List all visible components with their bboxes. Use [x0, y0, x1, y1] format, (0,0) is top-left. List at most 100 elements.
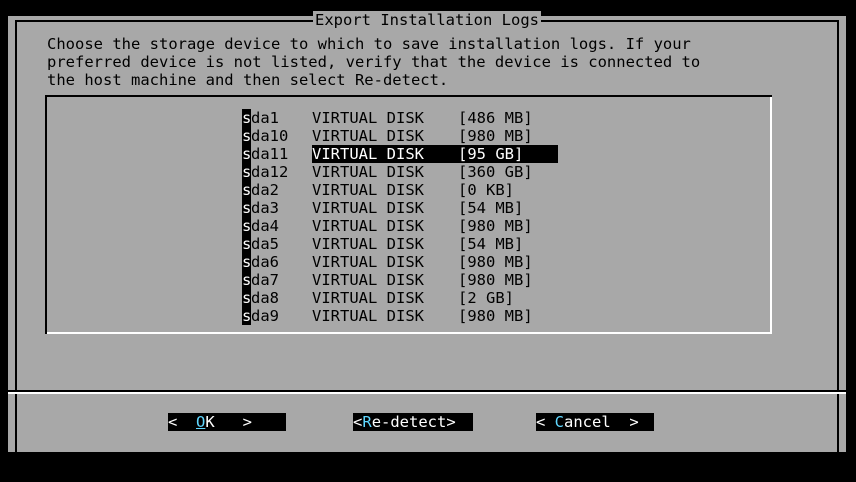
device-details: VIRTUAL DISK [54 MB] [312, 235, 558, 253]
device-name-hotkey: s [242, 163, 252, 181]
device-name-hotkey: s [242, 253, 252, 271]
device-list-item[interactable]: s da6 VIRTUAL DISK [980 MB] [242, 253, 558, 271]
device-details: VIRTUAL DISK [2 GB] [312, 289, 558, 307]
device-size: [980 MB] [458, 217, 533, 235]
device-name-hotkey: s [242, 199, 252, 217]
device-name: s da9 [242, 307, 312, 325]
device-size: [980 MB] [458, 253, 533, 271]
device-model: VIRTUAL DISK [312, 127, 424, 145]
device-name-hotkey: s [242, 217, 252, 235]
device-name: s da1 [242, 109, 312, 127]
cancel-button-label-rest: ancel [564, 413, 611, 431]
device-name-hotkey: s [242, 127, 252, 145]
device-model: VIRTUAL DISK [312, 109, 424, 127]
device-model: VIRTUAL DISK [312, 199, 424, 217]
device-details: VIRTUAL DISK [360 GB] [312, 163, 558, 181]
device-name-rest: da3 [251, 199, 279, 217]
device-list-item[interactable]: s da12 VIRTUAL DISK [360 GB] [242, 163, 558, 181]
device-list-item[interactable]: s da2 VIRTUAL DISK [0 KB] [242, 181, 558, 199]
device-name-hotkey: s [242, 109, 252, 127]
cancel-button-left-bracket: < [536, 413, 555, 431]
device-model: VIRTUAL DISK [312, 181, 424, 199]
device-details: VIRTUAL DISK [980 MB] [312, 253, 558, 271]
device-model: VIRTUAL DISK [312, 271, 424, 289]
device-name-hotkey: s [242, 271, 252, 289]
device-list-item[interactable]: s da7 VIRTUAL DISK [980 MB] [242, 271, 558, 289]
device-name: s da5 [242, 235, 312, 253]
device-name-hotkey: s [242, 307, 252, 325]
redetect-button-right-bracket: > [446, 413, 456, 431]
device-list-item[interactable]: s da9 VIRTUAL DISK [980 MB] [242, 307, 558, 325]
device-name: s da6 [242, 253, 312, 271]
device-details: VIRTUAL DISK [0 KB] [312, 181, 558, 199]
device-name-rest: da7 [251, 271, 279, 289]
device-name-hotkey: s [242, 289, 252, 307]
device-name-rest: da11 [251, 145, 289, 163]
device-name-hotkey: s [242, 145, 252, 163]
dialog-frame-top [15, 20, 839, 22]
device-name: s da2 [242, 181, 312, 199]
cancel-button-hotkey: C [554, 413, 565, 431]
device-list-item[interactable]: s da5 VIRTUAL DISK [54 MB] [242, 235, 558, 253]
redetect-button-label: Re-detect [362, 413, 446, 431]
device-size: [980 MB] [458, 127, 533, 145]
device-name: s da12 [242, 163, 312, 181]
dialog-frame-right [837, 20, 839, 452]
device-name-rest: da5 [251, 235, 279, 253]
export-logs-dialog: Export Installation Logs Choose the stor… [8, 11, 846, 452]
dialog-frame-left [15, 20, 17, 452]
device-details: VIRTUAL DISK [980 MB] [312, 127, 558, 145]
device-model: VIRTUAL DISK [312, 289, 424, 307]
device-name-hotkey: s [242, 235, 252, 253]
device-name-rest: da8 [251, 289, 279, 307]
device-name-rest: da4 [251, 217, 279, 235]
ok-button[interactable]: < OK > [168, 413, 286, 431]
redetect-button-left-bracket: < [353, 413, 363, 431]
device-name: s da8 [242, 289, 312, 307]
device-list: s da1 VIRTUAL DISK [486 MB] s da10 VIRTUAL DIS… [242, 109, 558, 325]
device-size: [54 MB] [458, 235, 524, 253]
redetect-button[interactable]: < Re-detect > [353, 413, 473, 431]
device-name-rest: da1 [251, 109, 279, 127]
ok-button-right-bracket: > [214, 413, 253, 431]
device-model: VIRTUAL DISK [312, 217, 424, 235]
device-size: [0 KB] [458, 181, 514, 199]
device-model: VIRTUAL DISK [312, 163, 424, 181]
device-list-item[interactable]: s da3 VIRTUAL DISK [54 MB] [242, 199, 558, 217]
ok-button-hotkey: O [196, 413, 206, 431]
device-list-item[interactable]: s da10 VIRTUAL DISK [980 MB] [242, 127, 558, 145]
device-model: VIRTUAL DISK [312, 145, 424, 163]
ok-button-left-bracket: < [168, 413, 196, 431]
device-details: VIRTUAL DISK [54 MB] [312, 199, 558, 217]
device-name-rest: da10 [251, 127, 289, 145]
device-details: VIRTUAL DISK [95 GB] [312, 145, 558, 163]
device-details: VIRTUAL DISK [980 MB] [312, 307, 558, 325]
device-size: [360 GB] [458, 163, 533, 181]
device-name-hotkey: s [242, 181, 252, 199]
device-name: s da3 [242, 199, 312, 217]
button-separator-highlight [8, 392, 846, 394]
device-list-item[interactable]: s da8 VIRTUAL DISK [2 GB] [242, 289, 558, 307]
device-size: [486 MB] [458, 109, 533, 127]
device-size: [95 GB] [458, 145, 524, 163]
device-listbox[interactable]: s da1 VIRTUAL DISK [486 MB] s da10 VIRTUAL DIS… [45, 95, 772, 334]
device-model: VIRTUAL DISK [312, 253, 424, 271]
cancel-button[interactable]: < Cancel > [536, 413, 654, 431]
device-size: [54 MB] [458, 199, 524, 217]
device-name-rest: da6 [251, 253, 279, 271]
device-details: VIRTUAL DISK [486 MB] [312, 109, 558, 127]
device-list-item[interactable]: s da11 VIRTUAL DISK [95 GB] [242, 145, 558, 163]
redetect-button-label-rest: e-detect [371, 413, 447, 431]
device-name: s da10 [242, 127, 312, 145]
device-size: [980 MB] [458, 307, 533, 325]
device-details: VIRTUAL DISK [980 MB] [312, 271, 558, 289]
device-list-item[interactable]: s da4 VIRTUAL DISK [980 MB] [242, 217, 558, 235]
cancel-button-label: Cancel [555, 413, 611, 431]
device-name: s da4 [242, 217, 312, 235]
device-size: [2 GB] [458, 289, 514, 307]
device-name: s da11 [242, 145, 312, 163]
cancel-button-right-bracket: > [610, 413, 639, 431]
device-name-rest: da12 [251, 163, 289, 181]
device-list-item[interactable]: s da1 VIRTUAL DISK [486 MB] [242, 109, 558, 127]
ok-button-label: OK [196, 413, 215, 431]
